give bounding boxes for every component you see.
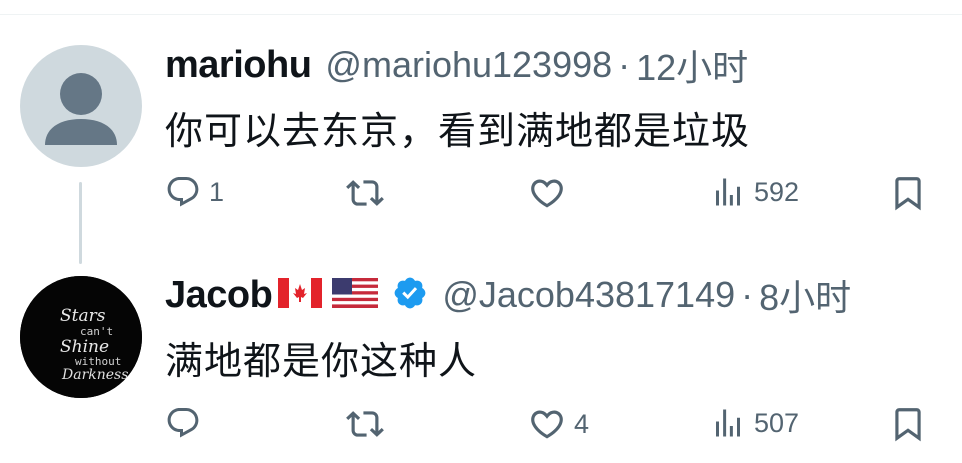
views-button[interactable]: 507 (710, 405, 799, 441)
bookmark-icon (895, 177, 921, 211)
retweet-icon (346, 411, 384, 437)
like-button[interactable]: 4 (528, 405, 589, 443)
retweet-icon (346, 180, 384, 206)
avatar-default[interactable] (20, 45, 142, 167)
avatar-artwork: Stars can't Shine without Darkness (20, 276, 142, 398)
post-text: 满地都是你这种人 (165, 341, 478, 383)
post-time[interactable]: 12小时 (636, 39, 748, 91)
top-divider (0, 14, 962, 15)
default-profile-icon (45, 73, 117, 145)
user-handle[interactable]: @Jacob43817149 (442, 274, 735, 316)
retweet-button[interactable] (346, 174, 384, 212)
us-flag-icon (332, 277, 379, 313)
bookmark-icon (895, 408, 921, 442)
like-count: 4 (574, 408, 590, 439)
user-handle[interactable]: @mariohu123998 (325, 44, 612, 86)
retweet-button[interactable] (346, 405, 384, 443)
views-icon (716, 409, 740, 437)
display-name[interactable]: Jacob (165, 274, 273, 317)
verified-badge-icon[interactable] (392, 275, 428, 316)
avatar-text-stars: Stars (60, 306, 106, 326)
avatar-text-darkness: Darkness (61, 367, 128, 383)
reply-icon (167, 177, 199, 207)
view-count: 592 (754, 176, 800, 207)
separator-dot: · (618, 44, 631, 85)
reply-icon (167, 408, 199, 438)
thread-connector-line (79, 182, 82, 264)
reply-count: 1 (209, 176, 225, 207)
avatar-jacob[interactable]: Stars can't Shine without Darkness (20, 276, 142, 398)
separator-dot: · (741, 274, 754, 315)
post-text: 你可以去东京，看到满地都是垃圾 (165, 111, 751, 153)
like-icon (531, 179, 563, 208)
like-icon (531, 410, 563, 439)
reply-button[interactable]: 1 (165, 174, 224, 210)
post-time[interactable]: 8小时 (759, 269, 851, 321)
view-count: 507 (754, 407, 800, 438)
avatar-text-shine: Shine (60, 337, 109, 357)
like-button[interactable] (528, 174, 566, 212)
bookmark-button[interactable] (889, 405, 927, 443)
display-name[interactable]: mariohu (165, 44, 312, 87)
bookmark-button[interactable] (889, 174, 927, 212)
reply-button[interactable] (165, 405, 201, 441)
post-header: Jacob @Jacob43817149 · 8小时 (165, 270, 851, 320)
post-header: mariohu @mariohu123998 · 12小时 (165, 40, 748, 90)
views-icon (716, 178, 740, 206)
canada-flag-icon (278, 277, 323, 313)
views-button[interactable]: 592 (710, 174, 799, 210)
